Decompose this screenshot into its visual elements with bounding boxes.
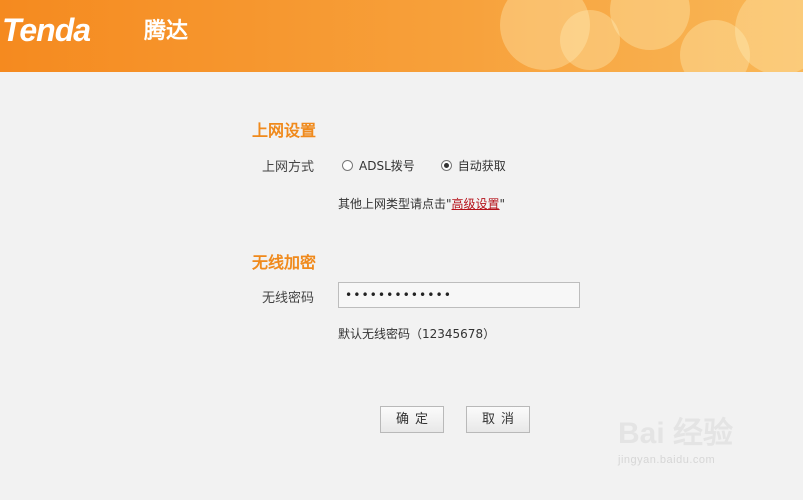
auto-radio-label[interactable]: 自动获取 (458, 157, 506, 174)
adsl-radio[interactable] (342, 160, 353, 171)
tenda-logo-cn: 腾达 (144, 19, 189, 44)
watermark-sub: jingyan.baidu.com (618, 454, 716, 466)
advanced-settings-hint: 其他上网类型请点击"高级设置" (338, 195, 505, 212)
baidu-watermark: Bai 经验 jingyan.baidu.com (618, 417, 734, 467)
header-banner: Tenda 腾达 (0, 0, 803, 72)
advanced-settings-link[interactable]: 高级设置 (452, 197, 500, 211)
auto-radio[interactable] (440, 160, 452, 171)
cancel-button[interactable]: 取消 (466, 406, 530, 433)
wireless-password-label: 无线密码 (262, 291, 315, 306)
internet-settings-title: 上网设置 (252, 121, 317, 140)
adsl-radio-label[interactable]: ADSL拨号 (359, 157, 415, 174)
connection-mode-options: ADSL拨号 自动获取 (342, 157, 532, 174)
wireless-password-input[interactable] (338, 282, 580, 308)
hint-suffix: " (499, 197, 506, 211)
hint-prefix: 其他上网类型请点击" (338, 197, 452, 211)
watermark-main: Bai 经验 (618, 417, 734, 450)
default-password-hint: 默认无线密码（12345678） (338, 327, 496, 341)
connection-mode-label: 上网方式 (262, 160, 315, 175)
decor-bubble (610, 0, 690, 50)
ok-button[interactable]: 确定 (380, 406, 444, 433)
tenda-logo: Tenda (2, 12, 91, 48)
wireless-encryption-title: 无线加密 (252, 253, 317, 272)
